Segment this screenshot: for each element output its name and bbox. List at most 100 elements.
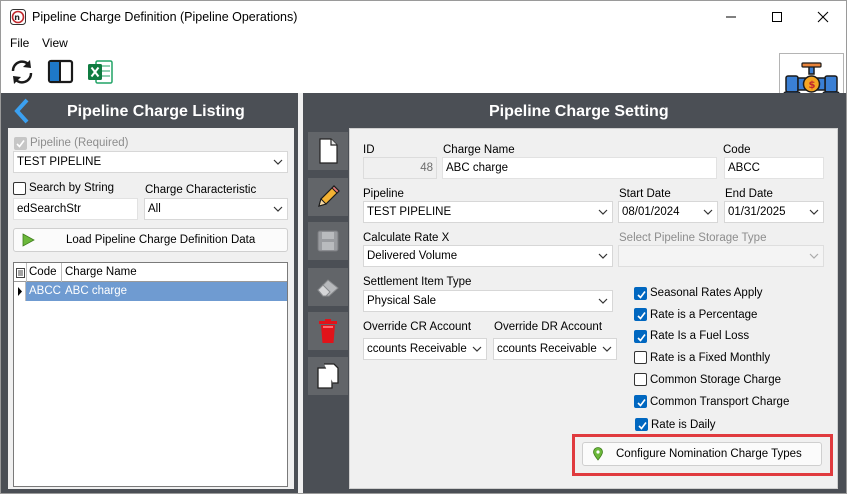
- new-record-button[interactable]: [308, 132, 348, 170]
- back-button[interactable]: [11, 97, 33, 125]
- close-button[interactable]: [800, 1, 846, 33]
- chevron-down-icon: [273, 159, 283, 165]
- search-input-value: edSearchStr: [17, 203, 81, 215]
- charge-name-input[interactable]: ABC charge: [442, 157, 717, 179]
- new-document-icon: [319, 138, 338, 164]
- override-cr-label: Override CR Account: [363, 321, 472, 333]
- minimize-button[interactable]: [708, 1, 754, 33]
- chevron-down-icon: [273, 206, 283, 212]
- menu-file[interactable]: File: [10, 36, 29, 50]
- search-input[interactable]: edSearchStr: [13, 198, 138, 220]
- listing-panel-title: Pipeline Charge Listing: [67, 103, 245, 120]
- maximize-button[interactable]: [754, 1, 800, 33]
- override-dr-select[interactable]: ccounts Receivable: [493, 338, 617, 360]
- clear-record-button[interactable]: [308, 268, 348, 306]
- svg-text:n: n: [14, 13, 20, 22]
- copy-icon: [317, 363, 339, 389]
- rate-fixed-monthly-checkbox[interactable]: [634, 351, 647, 364]
- eraser-icon: [317, 279, 339, 297]
- column-header-code[interactable]: Code: [27, 263, 59, 281]
- pipeline-select[interactable]: TEST PIPELINE: [13, 151, 288, 173]
- refresh-icon[interactable]: [8, 58, 36, 86]
- end-date-picker[interactable]: 01/31/2025: [724, 201, 824, 223]
- settlement-item-label: Settlement Item Type: [363, 276, 472, 288]
- load-data-button[interactable]: Load Pipeline Charge Definition Data: [13, 228, 288, 252]
- svg-text:$: $: [809, 80, 816, 91]
- save-disk-icon: [317, 230, 339, 252]
- pipeline-label: Pipeline: [363, 188, 404, 200]
- override-cr-select[interactable]: ccounts Receivable: [363, 338, 487, 360]
- rate-daily-checkbox[interactable]: [635, 418, 648, 431]
- common-transport-checkbox[interactable]: [634, 395, 647, 408]
- window-title: Pipeline Charge Definition (Pipeline Ope…: [32, 10, 298, 24]
- rate-percentage-label: Rate is a Percentage: [650, 309, 758, 321]
- edit-record-button[interactable]: [308, 178, 348, 216]
- search-by-string-label: Search by String: [29, 182, 115, 194]
- row-indicator: [14, 282, 26, 301]
- edit-pencil-icon: [318, 185, 340, 207]
- grid-divider: [61, 263, 62, 282]
- chevron-down-icon: [598, 209, 608, 215]
- grid-header: Code Charge Name: [14, 263, 287, 282]
- id-value: 48: [420, 162, 433, 174]
- override-dr-value: ccounts Receivable: [497, 343, 597, 355]
- start-date-value: 08/01/2024: [622, 206, 680, 218]
- seasonal-rates-label: Seasonal Rates Apply: [650, 287, 763, 299]
- override-dr-label: Override DR Account: [494, 321, 603, 333]
- calculate-rate-value: Delivered Volume: [367, 250, 458, 262]
- rate-fuel-loss-label: Rate Is a Fuel Loss: [650, 330, 750, 342]
- rate-daily-label: Rate is Daily: [651, 419, 716, 431]
- minimize-icon: [726, 16, 736, 18]
- pipeline-dropdown[interactable]: TEST PIPELINE: [363, 201, 613, 223]
- end-date-value: 01/31/2025: [728, 206, 786, 218]
- save-record-button[interactable]: [308, 222, 348, 260]
- grid-menu-icon[interactable]: [16, 267, 25, 278]
- storage-type-label: Select Pipeline Storage Type: [619, 232, 767, 244]
- code-input[interactable]: ABCC: [724, 157, 824, 179]
- charge-characteristic-select[interactable]: All: [144, 198, 288, 220]
- calculate-rate-select[interactable]: Delivered Volume: [363, 245, 613, 267]
- override-cr-value: ccounts Receivable: [367, 343, 467, 355]
- menu-bar: File View: [1, 33, 846, 53]
- delete-trash-icon: [319, 319, 337, 343]
- chevron-down-icon: [809, 253, 819, 259]
- maximize-icon: [772, 12, 782, 22]
- calculate-rate-label: Calculate Rate X: [363, 232, 450, 244]
- menu-view[interactable]: View: [42, 36, 68, 50]
- settlement-item-select[interactable]: Physical Sale: [363, 290, 613, 312]
- charge-name-label: Charge Name: [443, 144, 515, 156]
- row-code: ABCC: [29, 285, 61, 297]
- id-label: ID: [363, 144, 375, 156]
- seasonal-rates-checkbox[interactable]: [634, 287, 647, 300]
- split-view-icon[interactable]: [47, 58, 75, 86]
- toolbar: [1, 53, 846, 93]
- common-storage-checkbox[interactable]: [634, 373, 647, 386]
- setting-panel-title: Pipeline Charge Setting: [489, 103, 669, 120]
- start-date-label: Start Date: [619, 188, 671, 200]
- rate-fuel-loss-checkbox[interactable]: [634, 330, 647, 343]
- app-logo-icon: n: [10, 9, 26, 25]
- play-icon: [22, 233, 35, 247]
- row-pointer-icon: [18, 287, 22, 296]
- column-header-charge-name[interactable]: Charge Name: [63, 263, 139, 281]
- rate-percentage-checkbox[interactable]: [634, 308, 647, 321]
- delete-record-button[interactable]: [308, 312, 348, 350]
- excel-icon[interactable]: [86, 58, 114, 86]
- close-icon: [817, 11, 829, 23]
- chevron-down-icon: [703, 209, 713, 215]
- code-value: ABCC: [728, 162, 760, 174]
- search-by-string-checkbox[interactable]: [13, 182, 26, 195]
- charge-characteristic-value: All: [148, 203, 161, 215]
- chevron-down-icon: [602, 346, 612, 352]
- rate-fixed-monthly-label: Rate is a Fixed Monthly: [650, 352, 771, 364]
- row-charge-name: ABC charge: [65, 285, 128, 297]
- table-row[interactable]: ABCC ABC charge: [14, 282, 287, 301]
- code-label: Code: [723, 144, 751, 156]
- chevron-down-icon: [809, 209, 819, 215]
- load-data-button-label: Load Pipeline Charge Definition Data: [66, 234, 256, 246]
- chevron-down-icon: [598, 298, 608, 304]
- copy-record-button[interactable]: [308, 357, 348, 395]
- start-date-picker[interactable]: 08/01/2024: [618, 201, 718, 223]
- chevron-down-icon: [472, 346, 482, 352]
- storage-type-select: [618, 245, 824, 267]
